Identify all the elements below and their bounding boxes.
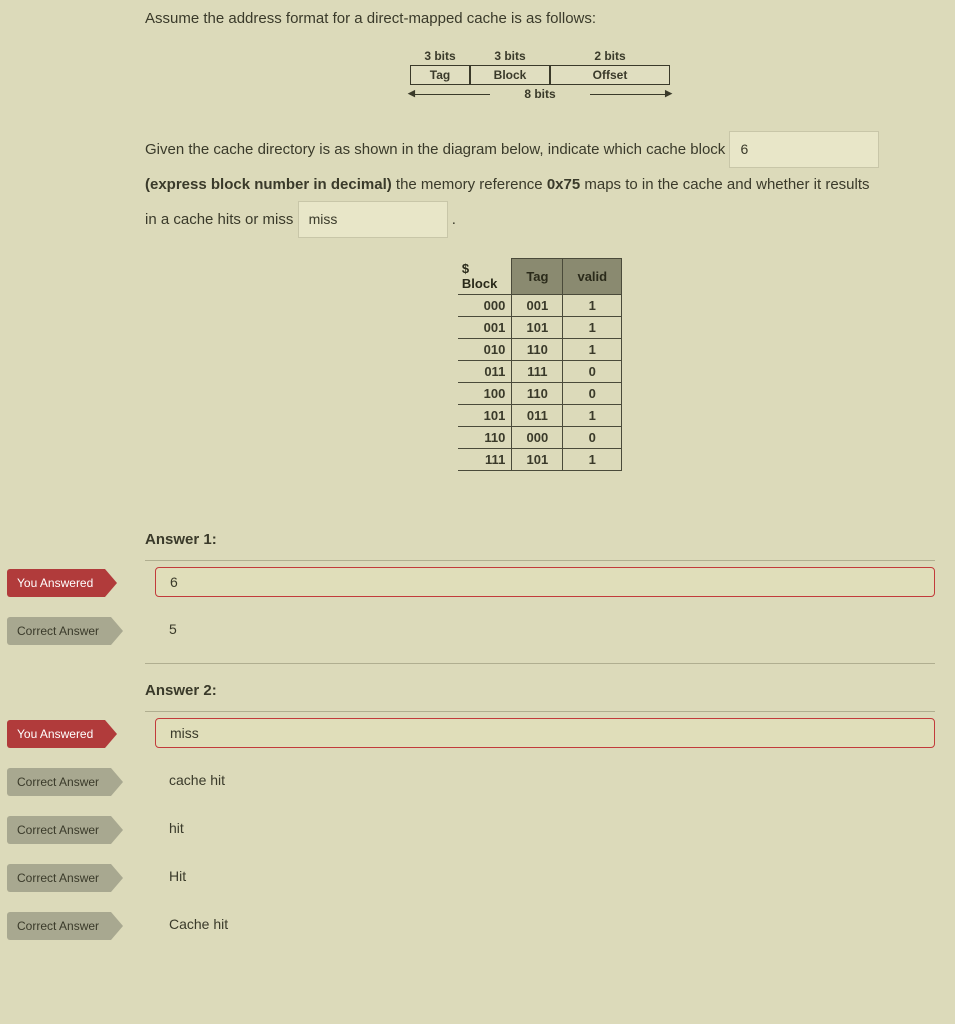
correct-answer-badge: Correct Answer	[7, 768, 111, 796]
table-row: 0011011	[458, 317, 622, 339]
th-sblock: $ Block	[458, 258, 512, 295]
label-tag: Tag	[410, 65, 470, 85]
intro-text: Assume the address format for a direct-m…	[145, 10, 935, 27]
label-block: Block	[470, 65, 550, 85]
answer-2-label: Answer 2:	[145, 682, 935, 699]
bits-tag: 3 bits	[410, 47, 470, 65]
table-row: 1111011	[458, 449, 622, 471]
blank-hit-miss[interactable]: miss	[298, 201, 448, 238]
answer-2-correct: cache hit	[169, 766, 935, 794]
address-format-diagram: 3 bits 3 bits 2 bits Tag Block Offset 8 …	[410, 47, 670, 101]
bits-block: 3 bits	[470, 47, 550, 65]
label-offset: Offset	[550, 65, 670, 85]
bits-offset: 2 bits	[550, 47, 670, 65]
answer-1-label: Answer 1:	[145, 531, 935, 548]
question-paragraph: Given the cache directory is as shown in…	[145, 131, 935, 238]
correct-answer-badge: Correct Answer	[7, 912, 111, 940]
you-answered-badge: You Answered	[7, 569, 105, 597]
answer-2-correct: hit	[169, 814, 935, 842]
answer-1-user: 6	[155, 567, 935, 597]
answer-2-correct: Hit	[169, 862, 935, 890]
correct-answer-badge: Correct Answer	[7, 816, 111, 844]
blank-block-number[interactable]: 6	[729, 131, 879, 168]
correct-answer-badge: Correct Answer	[7, 864, 111, 892]
table-row: 1001100	[458, 383, 622, 405]
table-row: 0111110	[458, 361, 622, 383]
table-row: 1010111	[458, 405, 622, 427]
table-row: 0101101	[458, 339, 622, 361]
you-answered-badge: You Answered	[7, 720, 105, 748]
th-tag: Tag	[512, 258, 563, 295]
answer-1-correct: 5	[169, 615, 935, 643]
answer-2-user: miss	[155, 718, 935, 748]
th-valid: valid	[563, 258, 622, 295]
answer-2-correct: Cache hit	[169, 910, 935, 938]
correct-answer-badge: Correct Answer	[7, 617, 111, 645]
total-bits: 8 bits	[410, 87, 670, 101]
table-row: 1100000	[458, 427, 622, 449]
table-row: 0000011	[458, 295, 622, 317]
cache-directory-table: $ Block Tag valid 0000011001101101011010…	[458, 258, 622, 472]
